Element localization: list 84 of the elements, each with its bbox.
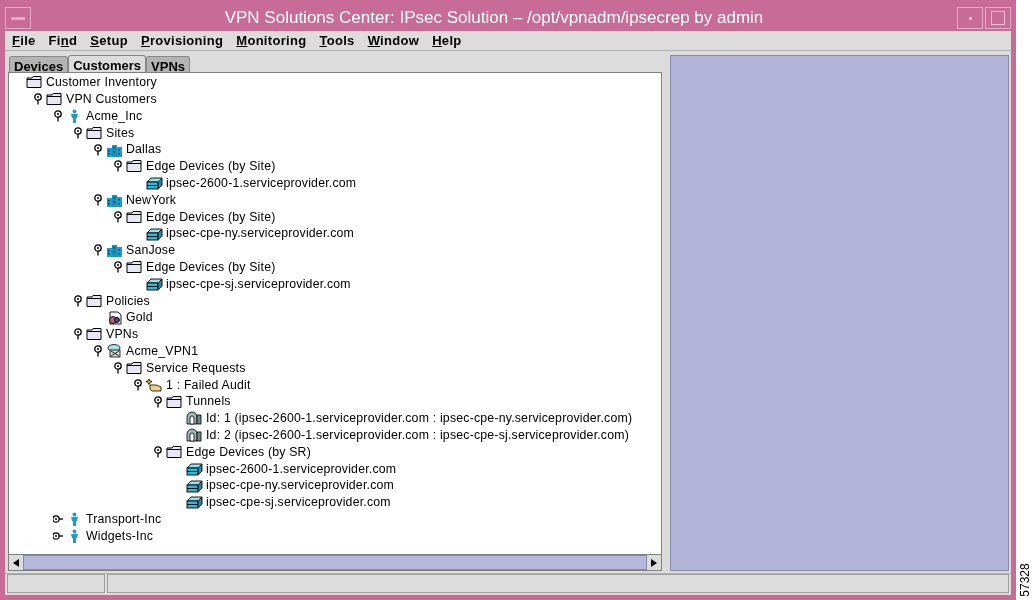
hand-star-icon xyxy=(146,377,163,392)
expanded-handle-icon[interactable] xyxy=(72,294,83,307)
collapsed-handle-icon[interactable] xyxy=(52,513,63,526)
tree-item[interactable]: 1 : Failed Audit xyxy=(166,375,251,394)
buildings-icon xyxy=(106,142,123,157)
folder-icon xyxy=(126,159,143,174)
menu-item[interactable]: Setup xyxy=(90,30,128,51)
tree-item[interactable]: Transport-Inc xyxy=(86,509,162,529)
buildings-icon xyxy=(106,243,123,258)
expanded-handle-icon[interactable] xyxy=(92,193,103,206)
tree-item[interactable]: ipsec-cpe-sj.serviceprovider.com xyxy=(166,274,351,294)
folder-icon xyxy=(86,125,103,140)
folder-icon xyxy=(166,394,183,409)
tree-item[interactable]: ipsec-cpe-ny.serviceprovider.com xyxy=(166,224,354,243)
tab[interactable]: VPNs xyxy=(146,56,191,72)
tree-item[interactable]: Id: 1 (ipsec-2600-1.serviceprovider.com : ipsec-cpe-ny.serviceprovider.com) xyxy=(206,409,633,428)
menu-item[interactable]: Find xyxy=(48,30,78,51)
tree-item[interactable]: NewYork xyxy=(126,190,177,210)
tree-item[interactable]: Policies xyxy=(106,291,150,310)
expanded-handle-icon[interactable] xyxy=(112,361,123,374)
expanded-handle-icon[interactable] xyxy=(112,160,123,173)
tree-item[interactable]: Id: 2 (ipsec-2600-1.serviceprovider.com : ipsec-cpe-sj.serviceprovider.com) xyxy=(206,425,629,445)
router-icon xyxy=(186,495,203,510)
tree-item[interactable]: Service Requests xyxy=(146,358,246,378)
tab[interactable]: Devices xyxy=(9,56,69,72)
tree-item[interactable]: ipsec-cpe-ny.serviceprovider.com xyxy=(206,476,394,495)
menu-item[interactable]: Window xyxy=(367,30,420,51)
expanded-handle-icon[interactable] xyxy=(52,110,63,122)
expanded-handle-icon[interactable] xyxy=(152,395,163,408)
menu-item[interactable]: Provisioning xyxy=(140,30,224,51)
tree-item[interactable]: ipsec-2600-1.serviceprovider.com xyxy=(206,459,397,478)
expanded-handle-icon[interactable] xyxy=(72,328,83,341)
expanded-handle-icon[interactable] xyxy=(112,261,123,274)
tree-item[interactable]: Edge Devices (by SR) xyxy=(186,442,311,462)
tree-item[interactable]: Sites xyxy=(106,123,135,142)
window-title: VPN Solutions Center: IPsec Solution – /opt/vpnadm/ipsecrep by admin xyxy=(223,7,765,30)
expanded-handle-icon[interactable] xyxy=(152,445,163,458)
expanded-handle-icon[interactable] xyxy=(112,210,123,223)
folder-icon xyxy=(86,293,103,308)
tree-item[interactable]: Edge Devices (by Site) xyxy=(146,257,276,277)
menu-item[interactable]: Tools xyxy=(319,30,355,51)
tree-item[interactable]: Edge Devices (by Site) xyxy=(146,157,276,176)
tree-item[interactable]: Tunnels xyxy=(186,392,231,411)
tree-item[interactable]: Edge Devices (by Site) xyxy=(146,207,276,226)
tree-item[interactable]: Acme_VPN1 xyxy=(126,341,199,361)
tunnel-icon xyxy=(186,411,203,426)
router-icon xyxy=(146,276,163,291)
tree-item[interactable]: ipsec-cpe-sj.serviceprovider.com xyxy=(206,493,391,512)
tree-item[interactable]: VPNs xyxy=(106,325,139,344)
folder-icon xyxy=(86,327,103,342)
tree-item[interactable]: Gold xyxy=(126,308,153,327)
policy-document-icon xyxy=(106,310,123,325)
folder-icon xyxy=(166,444,183,459)
tree-item[interactable]: Widgets-Inc xyxy=(86,526,154,546)
tree-item[interactable]: VPN Customers xyxy=(66,90,157,109)
expanded-handle-icon[interactable] xyxy=(32,93,43,106)
router-icon xyxy=(186,478,203,493)
tab[interactable]: Customers xyxy=(68,55,147,72)
menu-item[interactable]: File xyxy=(12,30,36,51)
folder-icon xyxy=(126,209,143,224)
tree-item[interactable]: Customer Inventory xyxy=(46,73,157,92)
tunnel-icon xyxy=(186,428,203,443)
expanded-handle-icon[interactable] xyxy=(72,126,83,139)
tree-item[interactable]: SanJose xyxy=(126,241,176,260)
buildings-icon xyxy=(106,192,123,207)
menu-item[interactable]: Help xyxy=(432,30,462,51)
expanded-handle-icon[interactable] xyxy=(92,345,103,358)
collapsed-handle-icon[interactable] xyxy=(52,529,63,542)
router-icon xyxy=(146,226,163,241)
folder-icon xyxy=(26,75,43,90)
tree-item[interactable]: Acme_Inc xyxy=(86,106,143,126)
tree-item[interactable]: ipsec-2600-1.serviceprovider.com xyxy=(166,173,357,193)
figure-number: 57328 xyxy=(1016,563,1033,597)
network-cloud-icon xyxy=(106,344,123,359)
menu-item[interactable]: Monitoring xyxy=(236,30,307,51)
router-icon xyxy=(186,461,203,476)
expanded-handle-icon[interactable] xyxy=(92,244,103,257)
tree-item[interactable]: Dallas xyxy=(126,140,162,159)
folder-icon xyxy=(126,260,143,275)
expanded-handle-icon[interactable] xyxy=(132,378,143,391)
folder-icon xyxy=(126,360,143,375)
expanded-handle-icon[interactable] xyxy=(92,143,103,156)
folder-icon xyxy=(46,92,63,107)
router-icon xyxy=(146,176,163,191)
